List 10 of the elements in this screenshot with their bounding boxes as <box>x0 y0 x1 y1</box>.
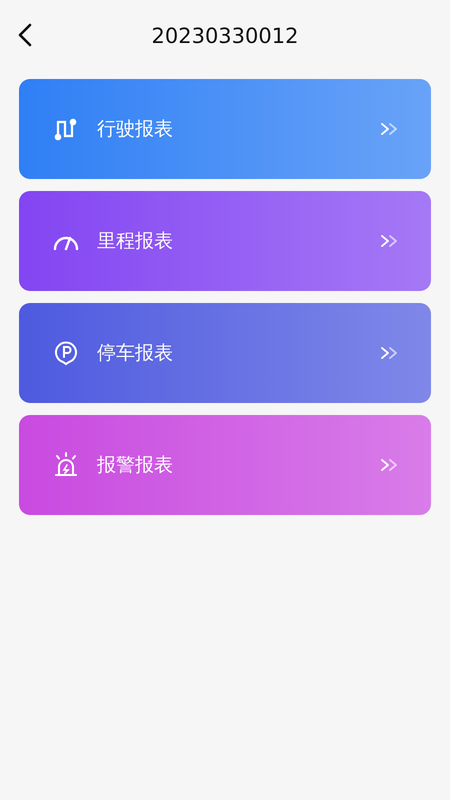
report-card[interactable]: 停车报表 <box>19 303 431 403</box>
parking-icon <box>54 340 78 366</box>
report-card[interactable]: 里程报表 <box>19 191 431 291</box>
back-icon <box>16 22 34 48</box>
page-title: 20230330012 <box>152 24 298 48</box>
alarm-light-icon <box>53 452 79 478</box>
report-card[interactable]: 行驶报表 <box>19 79 431 179</box>
back-button[interactable] <box>16 22 34 48</box>
report-card[interactable]: 报警报表 <box>19 415 431 515</box>
route-icon <box>54 117 78 141</box>
